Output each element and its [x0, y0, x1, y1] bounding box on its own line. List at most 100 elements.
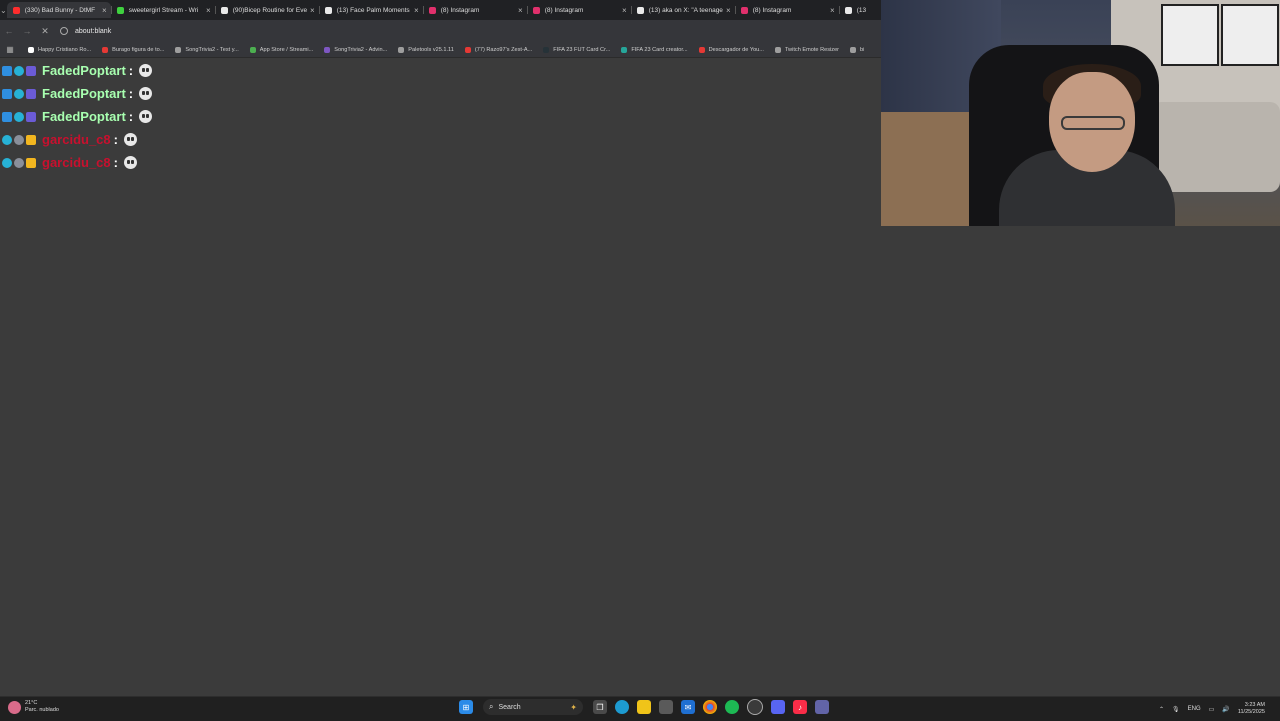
- chat-colon: :: [113, 155, 118, 170]
- tab-title: (8) Instagram: [752, 6, 792, 14]
- prime-badge-icon: [2, 65, 12, 76]
- tab-close-icon[interactable]: ×: [414, 6, 419, 15]
- address-text[interactable]: about:blank: [75, 28, 111, 35]
- prime-badge-icon: [2, 111, 12, 122]
- network-icon[interactable]: ▭: [1209, 706, 1215, 713]
- tab-strip: ⌄ (330) Bad Bunny - DtMF × sweetergirl Str…: [0, 0, 884, 20]
- tab-favicon-icon: [532, 6, 540, 14]
- browser-tab[interactable]: (8) Instagram ×: [422, 2, 527, 18]
- bookmark-favicon-icon: [249, 46, 256, 53]
- back-button[interactable]: ←: [0, 26, 18, 36]
- browser-tab[interactable]: (8) Instagram ×: [734, 2, 839, 18]
- moderator-badge-icon: [14, 157, 24, 168]
- tab-close-icon[interactable]: ×: [310, 6, 315, 15]
- clock[interactable]: 3:23 AM 11/25/2025: [1238, 702, 1265, 716]
- tab-close-icon[interactable]: ×: [830, 6, 835, 15]
- discord-icon[interactable]: [771, 700, 785, 714]
- obs-icon[interactable]: [747, 699, 763, 715]
- edge-icon[interactable]: [615, 700, 629, 714]
- bookmark-favicon-icon: [543, 46, 550, 53]
- ghost-emote-icon: [139, 110, 153, 123]
- store-icon[interactable]: [659, 700, 673, 714]
- weather-desc: Parc. nublado: [25, 707, 59, 713]
- music-icon[interactable]: ♪: [793, 700, 807, 714]
- system-tray: ⌃ 🎙 ENG ▭ 🔊 3:23 AM 11/25/2025: [1155, 697, 1265, 721]
- bookmark-item[interactable]: Descargador de You...: [698, 46, 764, 53]
- bookmark-label: FIFA 23 Card creator...: [631, 46, 688, 53]
- teams-icon[interactable]: [815, 700, 829, 714]
- tab-title: (13: [856, 6, 867, 14]
- bookmark-label: Paletools v25.1.11: [408, 46, 454, 53]
- tray-chevron-icon[interactable]: ⌃: [1159, 706, 1164, 713]
- bookmark-item[interactable]: Burago figura de to...: [102, 46, 165, 53]
- crown-badge-icon: [26, 157, 36, 168]
- bookmark-item[interactable]: SongTrivia2 - Test y...: [175, 46, 239, 53]
- browser-tab[interactable]: (8) Instagram ×: [526, 2, 631, 18]
- tab-close-icon[interactable]: ×: [518, 6, 523, 15]
- bookmark-label: Descargador de You...: [708, 46, 764, 53]
- tab-favicon-icon: [636, 6, 644, 14]
- mail-icon[interactable]: ✉: [681, 700, 695, 714]
- bookmark-label: bi: [860, 46, 865, 53]
- start-windows-icon[interactable]: ⊞: [459, 700, 473, 714]
- language-indicator[interactable]: ENG: [1188, 706, 1201, 712]
- bookmark-favicon-icon: [175, 46, 182, 53]
- chat-overlay: FadedPoptart: FadedPoptart: FadedPoptart: g…: [2, 59, 153, 174]
- bookmark-item[interactable]: FIFA 23 Card creator...: [621, 46, 688, 53]
- bookmark-label: FIFA 23 FUT Card Cr...: [553, 46, 611, 53]
- site-info-icon[interactable]: [60, 27, 68, 35]
- tab-search-chevron-icon[interactable]: ⌄: [0, 0, 7, 20]
- tab-title: (8) Instagram: [544, 6, 584, 14]
- weather-icon: [8, 700, 21, 714]
- browser-tab[interactable]: sweetergirl Stream - Wri ×: [110, 2, 215, 18]
- verified-badge-icon: [2, 134, 12, 145]
- bookmark-favicon-icon: [102, 46, 109, 53]
- file-explorer-icon[interactable]: [637, 700, 651, 714]
- tab-close-icon[interactable]: ×: [206, 6, 211, 15]
- tab-close-icon[interactable]: ×: [622, 6, 627, 15]
- tab-close-icon[interactable]: ×: [726, 6, 731, 15]
- prime-badge-icon: [2, 88, 12, 99]
- task-view-icon[interactable]: ❐: [593, 700, 607, 714]
- chat-message: FadedPoptart:: [2, 82, 153, 105]
- stop-loading-button[interactable]: ✕: [36, 26, 54, 37]
- ghost-emote-icon: [124, 156, 137, 169]
- browser-tab[interactable]: (90)Bicep Routine for Eve ×: [214, 2, 319, 18]
- bookmark-item[interactable]: Twitch Emote Resizer: [774, 46, 839, 53]
- browser-tab[interactable]: (13) Face Palm Moments ×: [318, 2, 423, 18]
- address-bar[interactable]: about:blank: [60, 27, 111, 35]
- bookmark-item[interactable]: SongTrivia2 - Advin...: [324, 46, 387, 53]
- clock-time: 3:23 AM: [1244, 702, 1265, 708]
- browser-tab[interactable]: (13) aka on X: "A teenage ×: [630, 2, 735, 18]
- forward-button[interactable]: →: [18, 26, 36, 36]
- ghost-emote-icon: [139, 87, 153, 100]
- chrome-icon[interactable]: [703, 700, 717, 714]
- bookmark-item[interactable]: bi: [850, 46, 865, 53]
- bookmark-favicon-icon: [698, 46, 705, 53]
- tab-title: (13) aka on X: "A teenage: [648, 6, 723, 14]
- bookmarks-bar: ▦ Happy Cristiano Ro... Burago figura de …: [0, 42, 884, 58]
- browser-tab[interactable]: (13: [838, 2, 884, 18]
- crown-badge-icon: [26, 134, 36, 145]
- tab-title: sweetergirl Stream - Wri: [128, 6, 199, 14]
- weather-widget[interactable]: 21°C Parc. nublado: [8, 700, 59, 714]
- verified-badge-icon: [14, 88, 24, 99]
- bookmark-item[interactable]: Happy Cristiano Ro...: [28, 46, 91, 53]
- tab-close-icon[interactable]: ×: [102, 6, 107, 15]
- apps-grid-icon[interactable]: ▦: [3, 45, 17, 54]
- microphone-icon[interactable]: 🎙: [1172, 706, 1180, 713]
- bookmark-item[interactable]: FIFA 23 FUT Card Cr...: [543, 46, 611, 53]
- bookmark-favicon-icon: [774, 46, 781, 53]
- chat-username: garcidu_c8: [42, 155, 111, 170]
- browser-tab[interactable]: (330) Bad Bunny - DtMF ×: [6, 2, 111, 18]
- volume-icon[interactable]: 🔊: [1222, 706, 1229, 713]
- bookmark-label: Burago figura de to...: [112, 46, 165, 53]
- bookmark-item[interactable]: (77) Razo97's Zest-A...: [464, 46, 532, 53]
- bookmark-item[interactable]: App Store / Streami...: [249, 46, 313, 53]
- bookmark-item[interactable]: Paletools v25.1.11: [398, 46, 454, 53]
- tab-title: (90)Bicep Routine for Eve: [232, 6, 308, 14]
- bookmark-favicon-icon: [324, 46, 331, 53]
- taskbar-search[interactable]: ⌕ Search ✦: [483, 699, 583, 715]
- spotify-icon[interactable]: [725, 700, 739, 714]
- chat-username: garcidu_c8: [42, 132, 111, 147]
